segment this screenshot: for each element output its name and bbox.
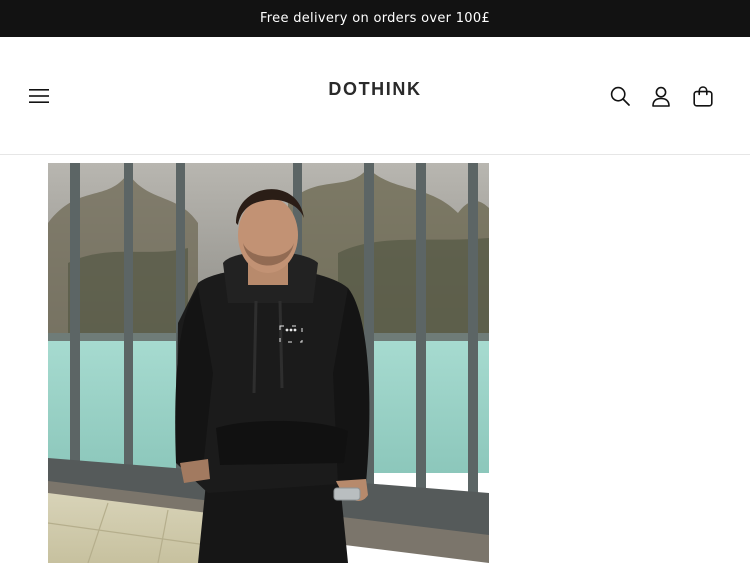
product-image[interactable] bbox=[48, 163, 489, 563]
announcement-text: Free delivery on orders over 100£ bbox=[259, 11, 491, 26]
cart-button[interactable] bbox=[690, 83, 716, 109]
shopping-bag-icon bbox=[693, 85, 713, 107]
search-button[interactable] bbox=[607, 83, 633, 109]
site-logo: DOTHINK bbox=[0, 79, 750, 100]
logo-link[interactable]: DOTHINK bbox=[328, 79, 421, 99]
announcement-bar: Free delivery on orders over 100£ bbox=[0, 0, 750, 37]
account-button[interactable] bbox=[648, 83, 674, 109]
search-icon bbox=[610, 86, 630, 106]
site-header: DOTHINK bbox=[0, 37, 750, 155]
user-account-icon bbox=[651, 86, 671, 107]
